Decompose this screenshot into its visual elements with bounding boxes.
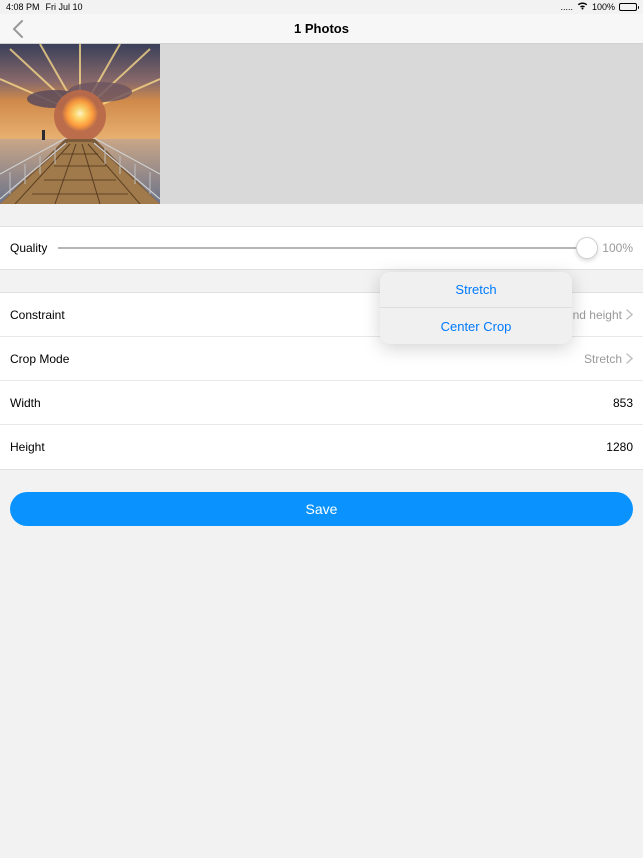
quality-row: Quality 100% <box>0 226 643 270</box>
width-value: 853 <box>613 396 633 410</box>
popover-option-stretch[interactable]: Stretch <box>380 272 572 308</box>
wifi-icon <box>577 2 588 12</box>
height-label: Height <box>10 440 45 454</box>
height-row[interactable]: Height 1280 <box>0 425 643 469</box>
page-title: 1 Photos <box>0 21 643 36</box>
quality-value: 100% <box>602 241 633 255</box>
popover-option-center-crop[interactable]: Center Crop <box>380 308 572 344</box>
status-date: Fri Jul 10 <box>46 2 83 12</box>
cellular-dots-icon: ..... <box>560 2 573 12</box>
chevron-right-icon <box>626 353 633 364</box>
battery-percent: 100% <box>592 2 615 12</box>
battery-icon <box>619 3 637 11</box>
crop-mode-label: Crop Mode <box>10 352 69 366</box>
save-button[interactable]: Save <box>10 492 633 526</box>
quality-label: Quality <box>10 241 58 255</box>
width-label: Width <box>10 396 41 410</box>
slider-knob[interactable] <box>576 237 598 259</box>
status-bar: 4:08 PM Fri Jul 10 ..... 100% <box>0 0 643 14</box>
height-value: 1280 <box>606 440 633 454</box>
width-row[interactable]: Width 853 <box>0 381 643 425</box>
constraint-label: Constraint <box>10 308 65 322</box>
back-button[interactable] <box>12 20 24 38</box>
constraint-value: nd height <box>573 308 622 322</box>
crop-mode-value: Stretch <box>584 352 622 366</box>
photo-thumbnail[interactable] <box>0 44 160 204</box>
crop-mode-popover: Stretch Center Crop <box>380 272 572 344</box>
quality-slider[interactable] <box>58 247 590 249</box>
photo-preview-strip <box>0 44 643 204</box>
chevron-right-icon <box>626 309 633 320</box>
nav-bar: 1 Photos <box>0 14 643 44</box>
status-time: 4:08 PM <box>6 2 40 12</box>
